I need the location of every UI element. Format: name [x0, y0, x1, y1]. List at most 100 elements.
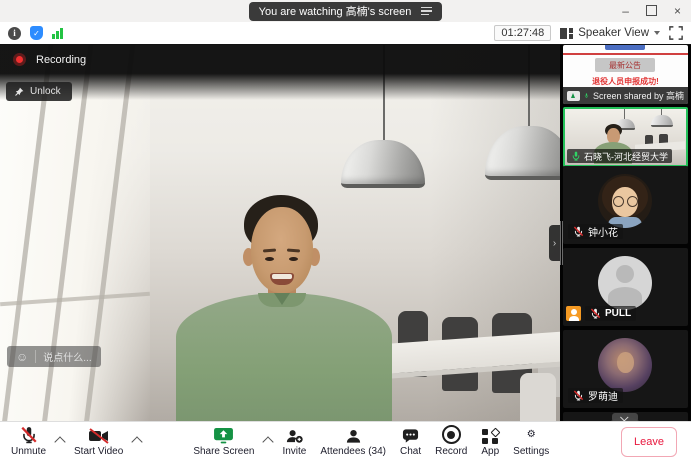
- pendant-lamp: [341, 140, 425, 188]
- view-mode-label: Speaker View: [578, 27, 649, 39]
- avatar: [598, 174, 652, 228]
- participant-name: 钟小花: [588, 224, 618, 239]
- unlock-button[interactable]: Unlock: [6, 82, 72, 101]
- recording-indicator: Recording: [13, 53, 86, 66]
- attendees-icon: [345, 428, 362, 444]
- chat-label: Chat: [400, 446, 421, 457]
- camera-muted-icon: [88, 428, 110, 444]
- screen-share-icon: [567, 91, 580, 101]
- sidebar-collapse-button[interactable]: ›: [549, 225, 560, 261]
- recording-label: Recording: [36, 54, 86, 66]
- participant-name: PULL: [605, 308, 631, 319]
- meeting-timer: 01:27:48: [494, 25, 551, 41]
- meeting-info-icon[interactable]: i: [8, 27, 21, 40]
- mic-on-icon: [584, 90, 589, 101]
- participant-name-tag: 钟小花: [568, 224, 623, 239]
- record-icon: [442, 425, 461, 444]
- mic-muted-icon: [20, 426, 38, 444]
- participants-sidebar: 最新公告 退役人员申报成功! Screen shared by 高楠: [560, 45, 691, 421]
- participant-name-tag: PULL: [585, 306, 636, 321]
- chevron-down-icon: [654, 31, 660, 35]
- app-label: App: [481, 446, 499, 457]
- start-video-label: Start Video: [74, 446, 123, 457]
- chat-icon: [402, 428, 419, 444]
- settings-label: Settings: [513, 446, 549, 457]
- settings-button[interactable]: ⚙ Settings: [506, 426, 556, 457]
- minimize-button[interactable]: –: [622, 5, 629, 17]
- chat-button[interactable]: Chat: [393, 426, 428, 457]
- window-controls: – ×: [622, 0, 681, 22]
- mic-muted-icon: [573, 226, 584, 237]
- emoji-icon[interactable]: ☺: [16, 351, 28, 363]
- leave-button[interactable]: Leave: [621, 427, 677, 457]
- participant-tile[interactable]: 钟小花: [563, 166, 688, 244]
- participant-name: 石晓飞-河北经贸大学: [584, 150, 668, 163]
- maximize-icon: [646, 5, 657, 16]
- shared-page-button: 最新公告: [595, 58, 655, 72]
- participant-name-tag: 罗萌迪: [568, 388, 623, 403]
- settings-gear-icon: ⚙: [527, 426, 536, 444]
- video-options-chevron[interactable]: [132, 436, 143, 447]
- avatar: [598, 256, 652, 310]
- invite-button[interactable]: Invite: [275, 426, 313, 457]
- watching-banner-text: You are watching 高楠's screen: [259, 3, 412, 19]
- unmute-label: Unmute: [11, 446, 46, 457]
- mic-on-icon: [571, 151, 581, 161]
- invite-icon: [285, 428, 304, 444]
- fullscreen-icon: [669, 26, 683, 40]
- mic-muted-icon: [590, 308, 601, 319]
- shield-check-glyph: ✓: [33, 29, 40, 38]
- meeting-controls-bar: Unmute Start Video: [0, 421, 691, 461]
- recording-dot-icon: [13, 53, 26, 66]
- attendee-role-badge-icon: [566, 306, 581, 321]
- speaker-person: [176, 293, 392, 421]
- invite-label: Invite: [282, 446, 306, 457]
- fullscreen-button[interactable]: [669, 26, 683, 40]
- share-screen-label: Share Screen: [193, 446, 254, 457]
- speaker-video: Recording Unlock ☺ 说点什么... ›: [0, 45, 560, 421]
- chevron-down-icon: [620, 413, 628, 421]
- message-placeholder: 说点什么...: [43, 349, 91, 364]
- attendees-label: Attendees (34): [320, 446, 386, 457]
- main-area: Recording Unlock ☺ 说点什么... ›: [0, 45, 691, 421]
- participant-tile[interactable]: PULL: [563, 248, 688, 326]
- speaker-view-icon: [560, 28, 573, 39]
- record-button[interactable]: Record: [428, 426, 474, 457]
- view-options-icon[interactable]: [421, 7, 432, 16]
- share-options-chevron[interactable]: [263, 436, 274, 447]
- participant-tile-active[interactable]: 石晓飞-河北经贸大学: [563, 107, 688, 167]
- connection-signal-icon[interactable]: [52, 27, 63, 39]
- shared-page-logo: [605, 45, 645, 50]
- screen-share-label: Screen shared by 高楠: [593, 89, 684, 102]
- view-mode-button[interactable]: Speaker View: [560, 27, 660, 39]
- security-shield-icon[interactable]: ✓: [30, 26, 43, 40]
- participant-tile[interactable]: 罗萌迪: [563, 330, 688, 408]
- pin-icon: [14, 87, 24, 97]
- unmute-options-chevron[interactable]: [54, 436, 65, 447]
- zoom-meeting-window: You are watching 高楠's screen – × i ✓ 01:…: [0, 0, 691, 461]
- screen-share-tile[interactable]: 最新公告 退役人员申报成功! Screen shared by 高楠: [563, 45, 688, 104]
- unmute-button[interactable]: Unmute: [4, 426, 53, 457]
- share-screen-button[interactable]: Share Screen: [186, 426, 261, 457]
- meeting-info-bar: i ✓ 01:27:48 Speaker View: [0, 22, 691, 45]
- share-screen-icon: [213, 427, 234, 444]
- record-label: Record: [435, 446, 467, 457]
- attendees-button[interactable]: Attendees (34): [313, 426, 393, 457]
- close-button[interactable]: ×: [674, 5, 681, 17]
- shared-page-message: 退役人员申报成功!: [563, 76, 688, 87]
- maximize-button[interactable]: [646, 5, 657, 18]
- chair: [520, 373, 556, 421]
- message-input[interactable]: ☺ 说点什么...: [7, 346, 101, 367]
- apps-icon: [482, 428, 498, 444]
- speaker-face: [251, 207, 313, 293]
- watching-banner[interactable]: You are watching 高楠's screen: [249, 2, 443, 21]
- mic-muted-icon: [573, 390, 584, 401]
- chevron-right-icon: ›: [553, 238, 556, 249]
- start-video-button[interactable]: Start Video: [67, 426, 130, 457]
- participant-name: 罗萌迪: [588, 388, 618, 403]
- participant-name-tag: 石晓飞-河北经贸大学: [567, 149, 672, 163]
- avatar: [598, 338, 652, 392]
- unlock-label: Unlock: [30, 86, 61, 97]
- screen-share-label-bar: Screen shared by 高楠: [563, 87, 688, 104]
- app-button[interactable]: App: [474, 426, 506, 457]
